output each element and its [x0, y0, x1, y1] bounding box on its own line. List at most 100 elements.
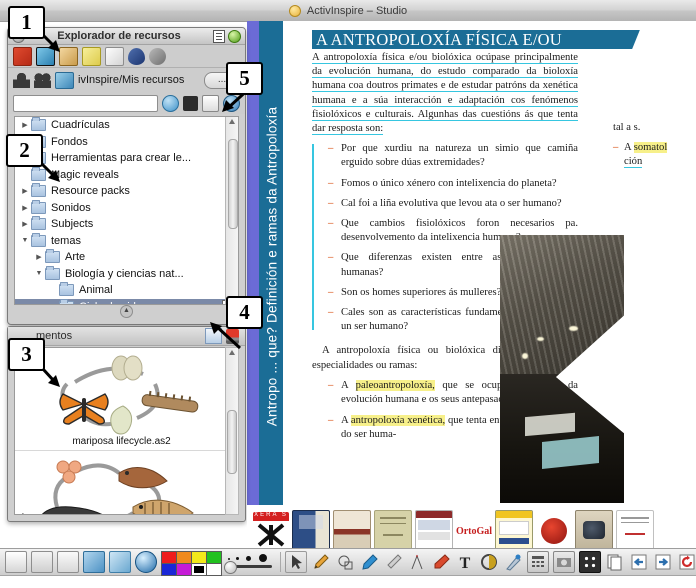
xera-s-shortcut[interactable]: XERA S	[253, 512, 289, 550]
chevron-right-icon[interactable]: ▶	[19, 220, 31, 228]
cave-excavation-photo[interactable]	[500, 235, 624, 503]
resource-tree[interactable]: ▶Cuadrículas▶Fondos▶Herramientas para cr…	[14, 116, 239, 305]
previous-page-icon[interactable]	[629, 552, 649, 572]
play-icon[interactable]	[162, 95, 179, 112]
pen-width-slider[interactable]	[224, 552, 276, 572]
group-icon[interactable]	[34, 73, 51, 88]
tree-row-label: Animal	[79, 284, 113, 296]
callout-2: 2	[6, 134, 43, 167]
tree-row-label: Arte	[65, 251, 85, 263]
tree-row[interactable]: Ciclo de vida	[15, 299, 238, 306]
chevron-right-icon[interactable]: ▶	[33, 253, 45, 261]
resource-path-row[interactable]: ivInspire/Mis recursos ...	[8, 68, 245, 92]
right-list-item: A somatolción	[613, 141, 695, 169]
dice-icon[interactable]	[579, 551, 601, 573]
eraser-icon[interactable]	[383, 552, 403, 572]
tree-row[interactable]: ▼ temas	[15, 233, 238, 250]
color-swatch-white[interactable]	[206, 563, 222, 576]
results-scroll-thumb[interactable]	[227, 410, 237, 474]
notes-shortcut[interactable]	[374, 510, 412, 550]
select-icon[interactable]	[285, 551, 307, 573]
resource-search-row[interactable]	[8, 92, 245, 114]
slider-handle[interactable]	[224, 561, 237, 574]
page-notes-icon[interactable]	[105, 47, 124, 66]
tree-row[interactable]: ▶Sonidos	[15, 200, 238, 217]
camera-icon[interactable]	[553, 551, 575, 573]
help-icon[interactable]	[228, 30, 241, 43]
page-icon[interactable]	[605, 552, 625, 572]
branch-term: paleoantropoloxía,	[356, 380, 435, 391]
connector-icon[interactable]	[407, 552, 427, 572]
color-swatch-black[interactable]	[191, 563, 207, 576]
user-icon[interactable]	[13, 73, 30, 88]
yellow-app-shortcut[interactable]	[495, 510, 533, 550]
scroll-up-icon[interactable]	[229, 350, 235, 355]
tree-scroll-thumb[interactable]	[228, 139, 238, 229]
chevron-down-icon[interactable]: ▼	[33, 270, 45, 277]
spinner-icon[interactable]	[128, 48, 145, 65]
tree-row[interactable]: ▶Cuadrículas	[15, 117, 238, 134]
tree-row[interactable]: ▶Subjects	[15, 216, 238, 233]
shape-icon[interactable]	[335, 552, 355, 572]
chevron-right-icon[interactable]: ▶	[19, 204, 31, 212]
tree-row[interactable]: ▶ Arte	[15, 249, 238, 266]
page-vertical-tab-label: Antropo ... que? Definición e ramas da A…	[265, 32, 280, 502]
tree-scrollbar[interactable]	[225, 117, 238, 304]
book-shortcut[interactable]	[333, 510, 371, 550]
color-swatch-blue[interactable]	[161, 563, 177, 576]
list-item[interactable]	[15, 451, 228, 515]
tree-row[interactable]: ▶Fondos	[15, 134, 238, 151]
network-icon[interactable]	[55, 72, 74, 89]
main-toolbar[interactable]: T	[0, 548, 696, 576]
list-item: Por que xurdiu na natureza un simio que …	[328, 142, 578, 170]
color-swatch-magenta[interactable]	[176, 563, 192, 576]
grid-icon[interactable]	[183, 96, 198, 111]
red-logo-shortcut[interactable]	[536, 512, 572, 550]
pen-icon[interactable]	[311, 552, 331, 572]
right-item-term: somatol	[634, 142, 668, 153]
results-scrollbar[interactable]	[225, 347, 239, 515]
engraving-shortcut[interactable]	[575, 510, 613, 550]
webpage-shortcut[interactable]	[415, 510, 453, 550]
page-vertical-tab[interactable]: Antropo ... que? Definición e ramas da A…	[259, 21, 283, 521]
annotate-desktop-icon[interactable]	[83, 551, 105, 573]
desktop-tools-icon[interactable]	[109, 551, 131, 573]
calculator-icon[interactable]	[527, 551, 549, 573]
tree-row-label: temas	[51, 235, 81, 247]
flipchart-icon[interactable]	[5, 551, 27, 573]
tree-row[interactable]: Animal	[15, 282, 238, 299]
search-input[interactable]	[13, 95, 158, 112]
right-item-rest: ción	[624, 156, 642, 168]
scroll-up-icon[interactable]	[229, 119, 235, 124]
color-palette[interactable]	[161, 551, 220, 574]
ortogal-shortcut[interactable]: OrtoGal	[456, 512, 492, 550]
magic-ink-icon[interactable]	[503, 552, 523, 572]
xera-logo-icon	[253, 521, 289, 549]
resource-tree-rows[interactable]: ▶Cuadrículas▶Fondos▶Herramientas para cr…	[15, 117, 238, 305]
chevron-right-icon[interactable]: ▶	[19, 187, 31, 195]
chevron-right-icon[interactable]: ▶	[19, 121, 31, 129]
annotations-icon[interactable]	[82, 47, 101, 66]
tree-row-label: Biología y ciencias nat...	[65, 268, 184, 280]
browser-icon[interactable]	[135, 551, 157, 573]
tree-row-label: Resource packs	[51, 185, 130, 197]
text-icon[interactable]: T	[455, 552, 475, 572]
tree-row[interactable]: ▶ Resource packs	[15, 183, 238, 200]
highlighter-icon[interactable]	[359, 552, 379, 572]
list-view-icon[interactable]	[213, 30, 225, 43]
collapse-icon[interactable]: ▲	[120, 305, 133, 318]
profile-icon[interactable]	[57, 551, 79, 573]
chevron-down-icon[interactable]: ▼	[19, 237, 31, 244]
rubber-icon[interactable]	[431, 552, 451, 572]
app-dock[interactable]: XERA S OrtoGal	[247, 505, 696, 550]
dictionary-shortcut[interactable]	[292, 510, 330, 550]
tree-row[interactable]: ▼ Biología y ciencias nat...	[15, 266, 238, 283]
flipchart-page[interactable]: A ANTROPOLOXÍA FÍSICA E/OU BIOLÓXICA A a…	[283, 21, 696, 521]
next-page-icon[interactable]	[653, 552, 673, 572]
connectors-icon[interactable]	[149, 48, 166, 65]
fullscreen-icon[interactable]	[31, 551, 53, 573]
flipchart-canvas[interactable]: Antropo ... que? Definición e ramas da A…	[247, 21, 696, 521]
reset-page-icon[interactable]	[677, 552, 696, 572]
fill-icon[interactable]	[479, 552, 499, 572]
document-shortcut[interactable]	[616, 510, 654, 550]
